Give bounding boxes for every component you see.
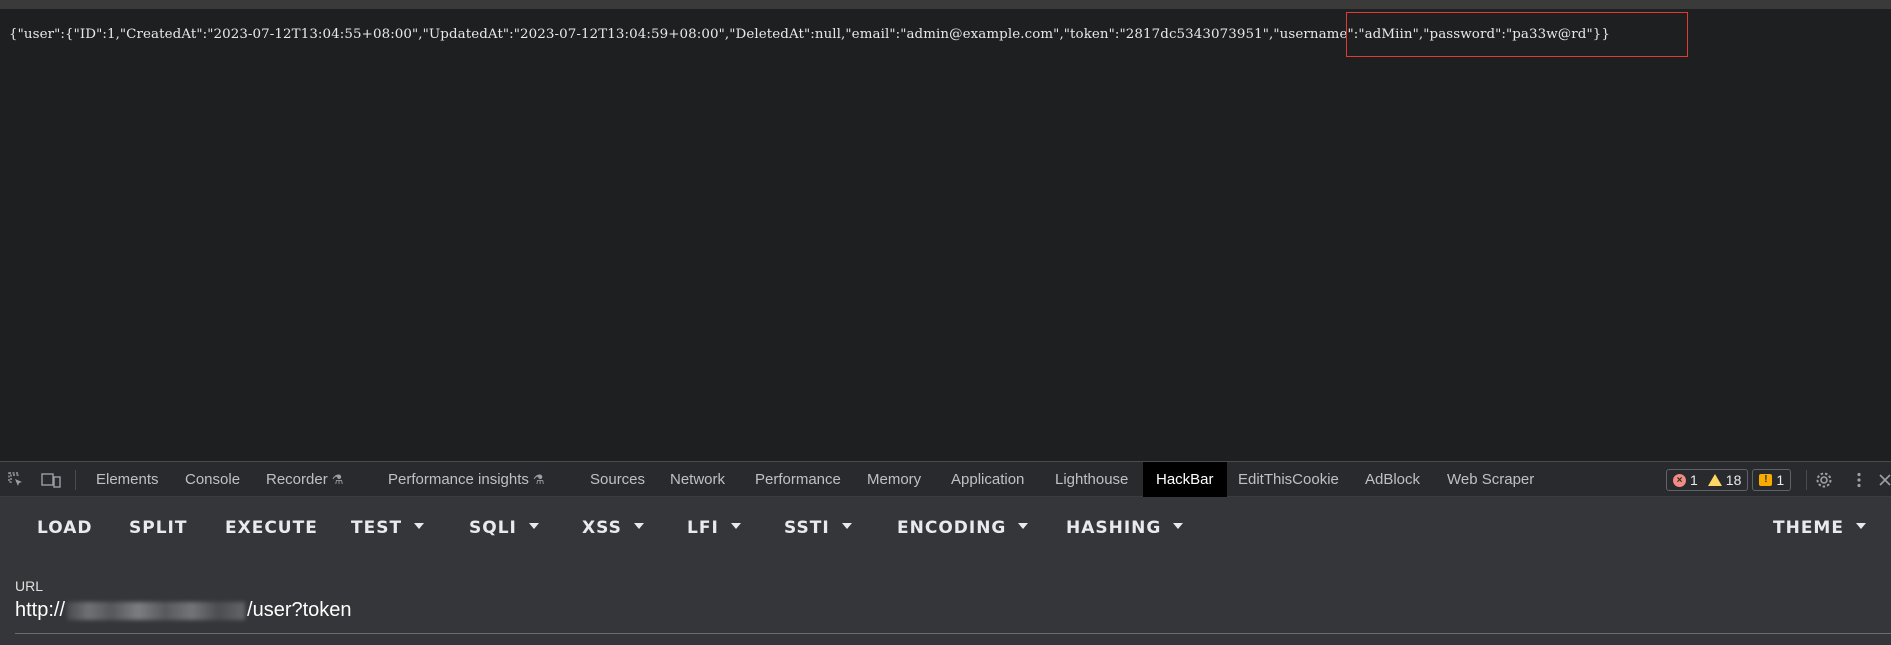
tab-label: AdBlock: [1365, 471, 1421, 488]
button-label: SPLIT: [129, 518, 188, 538]
tab-separator: [1806, 470, 1807, 490]
caret-down-icon: [1173, 523, 1184, 529]
caret-down-icon: [414, 523, 425, 529]
tab-performance[interactable]: Performance: [755, 462, 841, 497]
split-button[interactable]: SPLIT: [129, 497, 187, 559]
caret-down-icon: [730, 523, 741, 529]
tab-label: Performance: [755, 471, 841, 488]
tab-memory[interactable]: Memory: [867, 462, 921, 497]
tab-sources[interactable]: Sources: [590, 462, 645, 497]
tab-hackbar[interactable]: HackBar: [1143, 462, 1227, 497]
caret-down-icon: [1855, 523, 1866, 529]
console-counters[interactable]: × 1 18 ! 1: [1666, 469, 1792, 491]
experimental-flask-icon: ⚗: [331, 472, 344, 487]
button-label: HASHING: [1066, 518, 1162, 538]
button-label: EXECUTE: [225, 518, 318, 538]
device-toolbar-icon[interactable]: [40, 469, 62, 491]
caret-down-icon: [841, 523, 852, 529]
tab-label: Performance insights: [388, 471, 529, 488]
issues-icon: !: [1759, 474, 1773, 486]
tab-label: Sources: [590, 471, 646, 488]
encoding-dropdown-button[interactable]: ENCODING: [897, 497, 1029, 559]
tab-elements[interactable]: Elements: [96, 462, 159, 497]
redacted-host: [67, 601, 246, 620]
caret-down-icon: [633, 523, 644, 529]
tab-label: Memory: [867, 471, 922, 488]
tab-label: Network: [670, 471, 726, 488]
execute-button[interactable]: EXECUTE: [225, 497, 318, 559]
button-label: ENCODING: [897, 518, 1007, 538]
url-input-underline: [15, 633, 1891, 634]
warning-icon: [1707, 474, 1722, 486]
url-input[interactable]: http:// /user?token: [15, 599, 352, 622]
caret-down-icon: [1018, 523, 1029, 529]
lfi-dropdown-button[interactable]: LFI: [687, 497, 741, 559]
error-count-badge[interactable]: × 1 18: [1666, 469, 1749, 491]
tab-label: Application: [951, 471, 1025, 488]
tab-adblock[interactable]: AdBlock: [1365, 462, 1420, 497]
settings-icon[interactable]: [1813, 469, 1835, 491]
load-button[interactable]: LOAD: [37, 497, 93, 559]
inspect-element-icon[interactable]: [5, 469, 27, 491]
error-count: 1: [1690, 472, 1698, 488]
issues-count: 1: [1776, 472, 1785, 488]
caret-down-icon: [528, 523, 539, 529]
tab-application[interactable]: Application: [951, 462, 1024, 497]
devtools-tab-bar: Elements Console Recorder ⚗ Performance i…: [0, 461, 1891, 497]
button-label: THEME: [1773, 518, 1844, 538]
tab-label: Console: [185, 471, 241, 488]
button-label: TEST: [351, 518, 403, 538]
more-options-icon[interactable]: [1848, 469, 1870, 491]
issues-count-badge[interactable]: ! 1: [1752, 469, 1792, 491]
hashing-dropdown-button[interactable]: HASHING: [1066, 497, 1184, 559]
tab-editthiscookie[interactable]: EditThisCookie: [1238, 462, 1339, 497]
tab-recorder[interactable]: Recorder ⚗: [266, 462, 343, 497]
tab-label: Recorder: [266, 471, 328, 488]
button-label: SSTI: [784, 518, 830, 538]
url-prefix: http://: [15, 599, 66, 621]
hackbar-toolbar: LOAD SPLIT EXECUTE TEST SQLI XSS LFI SST…: [0, 497, 1891, 559]
experimental-flask-icon: ⚗: [532, 472, 545, 487]
tab-label: Web Scraper: [1447, 471, 1535, 488]
button-label: LOAD: [37, 518, 93, 538]
tab-web-scraper[interactable]: Web Scraper: [1447, 462, 1534, 497]
sqli-dropdown-button[interactable]: SQLI: [469, 497, 539, 559]
button-label: LFI: [687, 518, 719, 538]
tab-label: Elements: [96, 471, 159, 488]
tab-label: Lighthouse: [1055, 471, 1129, 488]
page-content: {"user":{"ID":1,"CreatedAt":"2023-07-12T…: [0, 9, 1891, 461]
ssti-dropdown-button[interactable]: SSTI: [784, 497, 852, 559]
warning-count: 18: [1725, 472, 1742, 488]
button-label: SQLI: [469, 518, 517, 538]
tab-separator: [75, 470, 76, 490]
tab-network[interactable]: Network: [670, 462, 725, 497]
tab-lighthouse[interactable]: Lighthouse: [1055, 462, 1128, 497]
close-icon[interactable]: [1874, 469, 1891, 491]
url-panel: URL http:// /user?token: [0, 559, 1891, 645]
error-icon: ×: [1673, 473, 1686, 487]
tab-performance-insights[interactable]: Performance insights ⚗: [388, 462, 545, 497]
tab-console[interactable]: Console: [185, 462, 240, 497]
theme-dropdown-button[interactable]: THEME: [1773, 497, 1866, 559]
tab-label: HackBar: [1156, 471, 1214, 488]
url-path: /user?token: [247, 599, 352, 621]
json-response: {"user":{"ID":1,"CreatedAt":"2023-07-12T…: [9, 27, 1610, 42]
json-text: {"user":{"ID":1,"CreatedAt":"2023-07-12T…: [9, 27, 1274, 42]
xss-dropdown-button[interactable]: XSS: [582, 497, 644, 559]
tab-label: EditThisCookie: [1238, 471, 1339, 488]
json-highlighted-text: "username":"adMiin","password":"pa33w@rd…: [1273, 27, 1610, 42]
test-dropdown-button[interactable]: TEST: [351, 497, 425, 559]
window-top-strip: [0, 0, 1891, 9]
url-label: URL: [15, 578, 44, 594]
button-label: XSS: [582, 518, 622, 538]
